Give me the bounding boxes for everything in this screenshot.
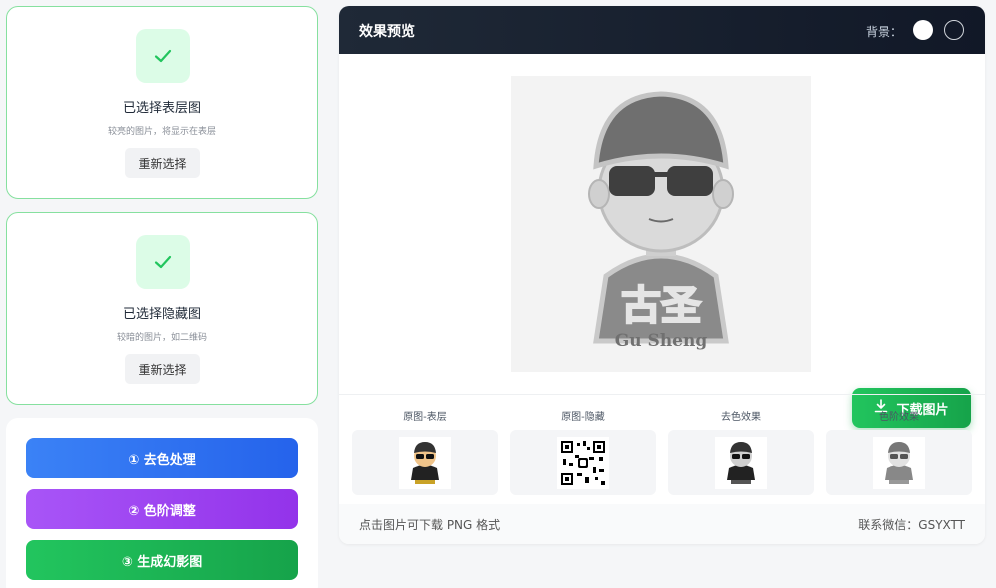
thumbnail-label: 原图-表层	[403, 412, 447, 423]
check-icon	[136, 235, 190, 289]
top-layer-upload-card[interactable]: 已选择表层图 较亮的图片，将显示在表层 重新选择	[6, 6, 318, 199]
thumbnail-label: 色阶效果	[879, 412, 919, 423]
top-layer-subtitle: 较亮的图片，将显示在表层	[107, 127, 216, 137]
thumbnail-image[interactable]	[399, 436, 451, 489]
preview-footer: 点击图片可下载 PNG 格式 联系微信：GSYXTT	[339, 504, 985, 544]
hidden-layer-subtitle: 较暗的图片，如二维码	[116, 333, 207, 343]
qr-code-image[interactable]	[557, 436, 609, 489]
preview-image-title: 古圣	[621, 282, 701, 329]
hidden-layer-title: 已选择隐藏图	[122, 307, 201, 322]
preview-title: 效果预览	[359, 24, 415, 40]
download-hint: 点击图片可下载 PNG 格式	[359, 518, 501, 532]
preview-header: 效果预览 背景：	[339, 6, 985, 54]
generate-phantom-button[interactable]: ③ 生成幻影图	[26, 540, 298, 580]
thumbnail-label: 原图-隐藏	[561, 412, 605, 423]
background-white-option[interactable]	[913, 20, 933, 40]
background-dark-option[interactable]	[944, 20, 964, 40]
hidden-layer-upload-card[interactable]: 已选择隐藏图 较暗的图片，如二维码 重新选择	[6, 212, 318, 405]
hidden-layer-reselect-button[interactable]: 重新选择	[125, 354, 200, 384]
background-label: 背景：	[866, 25, 903, 39]
check-icon	[136, 29, 190, 83]
contact-wechat: 联系微信：GSYXTT	[858, 518, 965, 532]
top-layer-title: 已选择表层图	[122, 101, 201, 116]
thumbnail-image[interactable]	[715, 436, 767, 489]
desaturate-button[interactable]: ① 去色处理	[26, 438, 298, 478]
top-layer-reselect-button[interactable]: 重新选择	[125, 148, 200, 178]
levels-adjust-button[interactable]: ② 色阶调整	[26, 489, 298, 529]
thumbnail-row: 原图-表层 原图-隐藏 去色效果 色阶效果	[339, 394, 985, 504]
thumbnail-label: 去色效果	[721, 412, 761, 423]
preview-stage: 古圣 Gu Sheng 下载图片	[339, 54, 985, 428]
preview-image[interactable]: 古圣 Gu Sheng	[511, 76, 811, 372]
thumbnail-image[interactable]	[873, 436, 925, 489]
preview-panel: 效果预览 背景： 古圣 Gu Sheng 下载图片 原图-表层 原图-隐藏 去色…	[339, 6, 985, 544]
action-panel: ① 去色处理 ② 色阶调整 ③ 生成幻影图	[6, 418, 318, 588]
preview-image-subtitle: Gu Sheng	[615, 331, 708, 351]
